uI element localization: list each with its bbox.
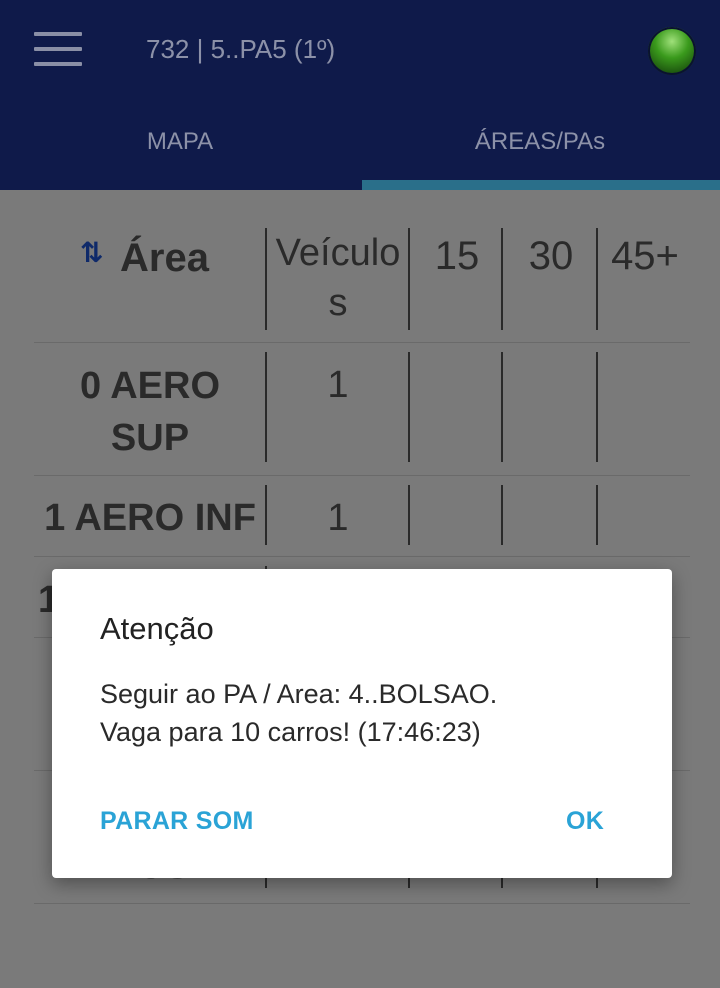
dialog-message: Seguir ao PA / Area: 4..BOLSAO. Vaga par… (100, 679, 498, 747)
column-header-30[interactable]: 30 (504, 228, 598, 332)
row-area-label[interactable]: 1 AERO INF (34, 492, 266, 544)
status-indicator-icon (648, 27, 696, 75)
stop-sound-button[interactable]: PARAR SOM (100, 807, 254, 836)
column-header-15[interactable]: 15 (410, 228, 504, 332)
tab-mapa[interactable]: MAPA (0, 110, 360, 190)
column-header-45[interactable]: 45+ (598, 228, 692, 332)
table-header: ⇅ Área Veículo s 15 30 45+ (34, 228, 690, 332)
dialog-title: Atenção (100, 611, 214, 646)
sort-arrows-icon: ⇅ (80, 237, 104, 268)
column-divider (501, 485, 503, 545)
column-divider (408, 228, 410, 330)
column-divider (408, 485, 410, 545)
row-veiculos-value: 1 (327, 364, 349, 406)
app-title: 732 | 5..PA5 (1º) (146, 34, 336, 64)
column-header-area[interactable]: ⇅ Área (34, 228, 266, 332)
row-divider (34, 556, 690, 557)
menu-icon[interactable] (34, 32, 82, 66)
column-divider (265, 352, 267, 462)
row-divider (34, 475, 690, 476)
column-divider (408, 352, 410, 462)
column-divider (596, 228, 598, 330)
column-divider (265, 485, 267, 545)
column-divider (265, 228, 267, 330)
tab-areas-pas[interactable]: ÁREAS/PAs (360, 110, 720, 190)
column-divider (501, 228, 503, 330)
column-divider (596, 485, 598, 545)
ok-button[interactable]: OK (566, 807, 604, 836)
app-bar: 732 | 5..PA5 (1º) MAPA ÁREAS/PAs (0, 0, 720, 190)
tab-bar: MAPA ÁREAS/PAs (0, 110, 720, 190)
column-divider (501, 352, 503, 462)
row-veiculos-value: 1 (327, 497, 349, 539)
alert-dialog: Atenção Seguir ao PA / Area: 4..BOLSAO. … (52, 569, 672, 878)
row-divider (34, 903, 690, 904)
column-header-veiculos[interactable]: Veículo s (266, 228, 410, 332)
row-divider (34, 342, 690, 343)
row-area-label[interactable]: 0 AERO SUP (34, 360, 266, 464)
column-divider (596, 352, 598, 462)
